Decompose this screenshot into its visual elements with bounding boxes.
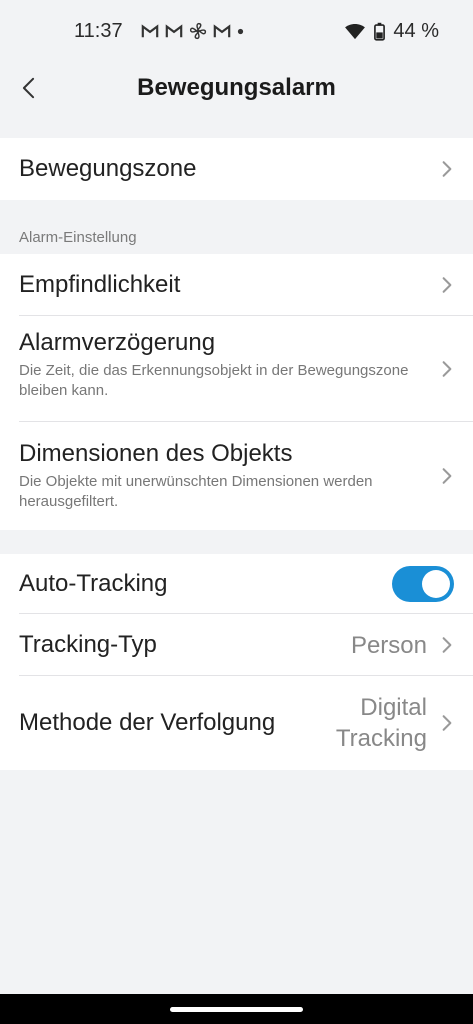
battery-percent: 44 % bbox=[393, 19, 439, 42]
chevron-right-icon bbox=[442, 468, 452, 484]
app-header: Bewegungsalarm bbox=[0, 62, 473, 114]
tracking-method-value-line1: Digital bbox=[360, 694, 427, 721]
alarm-delay-description: Die Zeit, die das Erkennungsobjekt in de… bbox=[19, 362, 409, 399]
back-button[interactable] bbox=[14, 72, 42, 104]
tracking-card: Auto-Tracking Tracking-Typ Person Method… bbox=[0, 554, 473, 770]
gmail-icon bbox=[165, 24, 182, 38]
system-navigation-bar bbox=[0, 994, 473, 1024]
auto-tracking-label: Auto-Tracking bbox=[19, 570, 168, 597]
notification-icons bbox=[141, 22, 244, 40]
motion-zone-card: Bewegungszone bbox=[0, 138, 473, 200]
fan-icon bbox=[189, 22, 206, 40]
alarm-delay-row[interactable]: Alarmverzögerung Die Zeit, die das Erken… bbox=[0, 316, 473, 422]
motion-zone-label: Bewegungszone bbox=[19, 155, 197, 182]
object-dimensions-label: Dimensionen des Objekts bbox=[19, 440, 293, 467]
chevron-right-icon bbox=[442, 161, 452, 177]
sensitivity-row[interactable]: Empfindlichkeit bbox=[0, 254, 473, 316]
home-gesture-handle[interactable] bbox=[170, 1007, 303, 1012]
sensitivity-label: Empfindlichkeit bbox=[19, 271, 181, 298]
tracking-method-value: Digital Tracking bbox=[336, 692, 427, 754]
chevron-left-icon bbox=[22, 77, 34, 99]
wifi-icon bbox=[345, 24, 366, 40]
status-bar: 11:37 44 % bbox=[0, 0, 473, 62]
status-time: 11:37 bbox=[74, 19, 123, 42]
chevron-right-icon bbox=[442, 637, 452, 653]
chevron-right-icon bbox=[442, 715, 452, 731]
alarm-settings-card: Empfindlichkeit Alarmverzögerung Die Zei… bbox=[0, 254, 473, 530]
chevron-right-icon bbox=[442, 277, 452, 293]
tracking-method-label: Methode der Verfolgung bbox=[19, 709, 276, 736]
auto-tracking-row: Auto-Tracking bbox=[0, 554, 473, 614]
gmail-icon bbox=[213, 24, 230, 38]
section-label-alarm-settings: Alarm-Einstellung bbox=[19, 229, 137, 246]
auto-tracking-toggle[interactable] bbox=[392, 566, 454, 602]
chevron-right-icon bbox=[442, 361, 452, 377]
gmail-icon bbox=[141, 24, 158, 38]
toggle-knob bbox=[422, 570, 450, 598]
alarm-delay-label: Alarmverzögerung bbox=[19, 329, 216, 356]
tracking-method-value-line2: Tracking bbox=[335, 725, 427, 752]
page-title: Bewegungsalarm bbox=[137, 74, 336, 101]
tracking-type-label: Tracking-Typ bbox=[19, 631, 157, 658]
battery-icon bbox=[374, 22, 386, 41]
tracking-method-row[interactable]: Methode der Verfolgung Digital Tracking bbox=[0, 676, 473, 770]
object-dimensions-description: Die Objekte mit unerwünschten Dimensione… bbox=[19, 473, 373, 510]
dot-icon bbox=[237, 28, 243, 34]
status-right: 44 % bbox=[344, 20, 439, 43]
tracking-type-value: Person bbox=[350, 631, 427, 659]
tracking-type-row[interactable]: Tracking-Typ Person bbox=[0, 614, 473, 676]
motion-zone-row[interactable]: Bewegungszone bbox=[0, 138, 473, 200]
object-dimensions-row[interactable]: Dimensionen des Objekts Die Objekte mit … bbox=[0, 422, 473, 530]
